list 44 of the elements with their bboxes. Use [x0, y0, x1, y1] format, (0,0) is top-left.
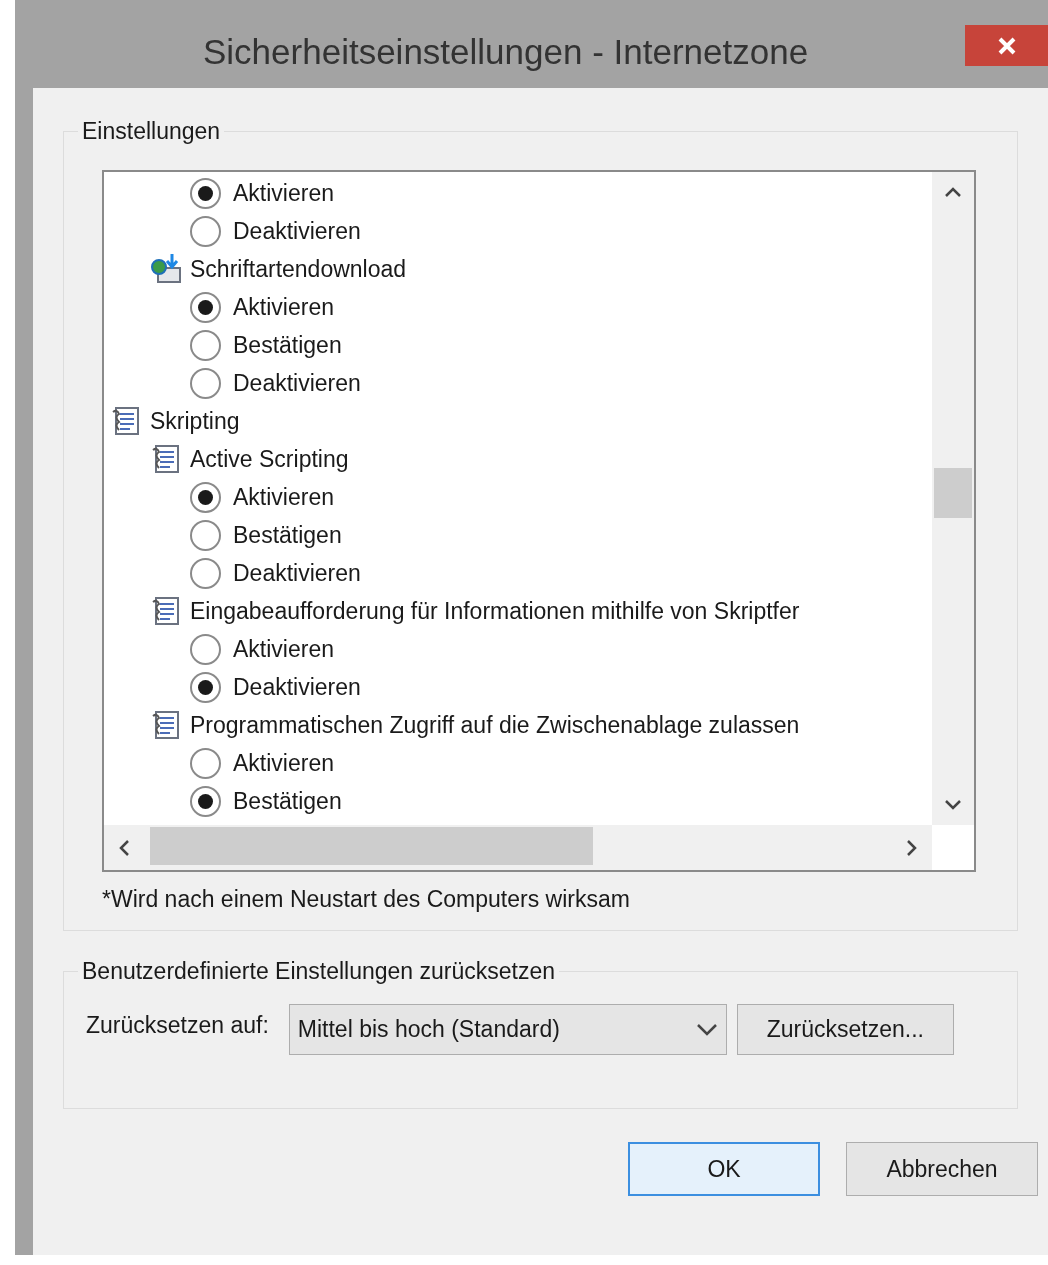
- option-label: Deaktivieren: [233, 672, 361, 702]
- option-label: Bestätigen: [233, 786, 342, 816]
- scrollbar-thumb[interactable]: [934, 468, 972, 518]
- reset-button[interactable]: Zurücksetzen...: [736, 1004, 954, 1055]
- radio-button[interactable]: [190, 367, 221, 399]
- radio-button[interactable]: [190, 747, 221, 779]
- close-button[interactable]: [965, 25, 1048, 66]
- dialog-button[interactable]: Abbrechen: [846, 1142, 1038, 1196]
- category-label: Active Scripting: [190, 444, 349, 474]
- radio-button[interactable]: [190, 557, 221, 589]
- radio-button[interactable]: [190, 481, 221, 513]
- category-label: Eingabeaufforderung für Informationen mithilfe von Skriptfer: [190, 596, 800, 626]
- field-label: Zurücksetzen auf:: [86, 1011, 269, 1040]
- level-dropdown[interactable]: Mittel bis hoch (Standard): [288, 1004, 727, 1055]
- footnote: *Wird nach einem Neustart des Computers wirksam: [102, 885, 630, 914]
- option-label: Aktivieren: [233, 748, 334, 778]
- vertical-scrollbar[interactable]: [932, 172, 974, 825]
- option-label: Deaktivieren: [233, 558, 361, 588]
- radio-button[interactable]: [190, 215, 221, 247]
- window-title: Sicherheitseinstellungen - Internetzone: [203, 31, 809, 73]
- category-label: Skripting: [150, 406, 240, 436]
- radio-button[interactable]: [190, 519, 221, 551]
- close-icon: [997, 35, 1017, 56]
- dialog-button[interactable]: OK: [628, 1142, 820, 1196]
- option-label: Aktivieren: [233, 292, 334, 322]
- option-label: Deaktivieren: [233, 368, 361, 398]
- option-label: Aktivieren: [233, 482, 334, 512]
- option-label: Aktivieren: [233, 178, 334, 208]
- download-icon: [150, 252, 184, 286]
- option-label: Bestätigen: [233, 330, 342, 360]
- chevron-down-icon: [695, 1022, 718, 1037]
- radio-button[interactable]: [190, 329, 221, 361]
- horizontal-scrollbar[interactable]: [104, 825, 932, 870]
- radio-button[interactable]: [190, 291, 221, 323]
- radio-button[interactable]: [190, 177, 221, 209]
- option-label: Bestätigen: [233, 520, 342, 550]
- radio-button[interactable]: [190, 633, 221, 665]
- radio-button[interactable]: [190, 671, 221, 703]
- scrollbar-thumb[interactable]: [150, 827, 593, 865]
- option-label: Aktivieren: [233, 634, 334, 664]
- option-label: Deaktivieren: [233, 216, 361, 246]
- category-label: Schriftartendownload: [190, 254, 407, 284]
- radio-button[interactable]: [190, 785, 221, 817]
- category-label: Programmatischen Zugriff auf die Zwischenablage zulassen: [190, 710, 800, 740]
